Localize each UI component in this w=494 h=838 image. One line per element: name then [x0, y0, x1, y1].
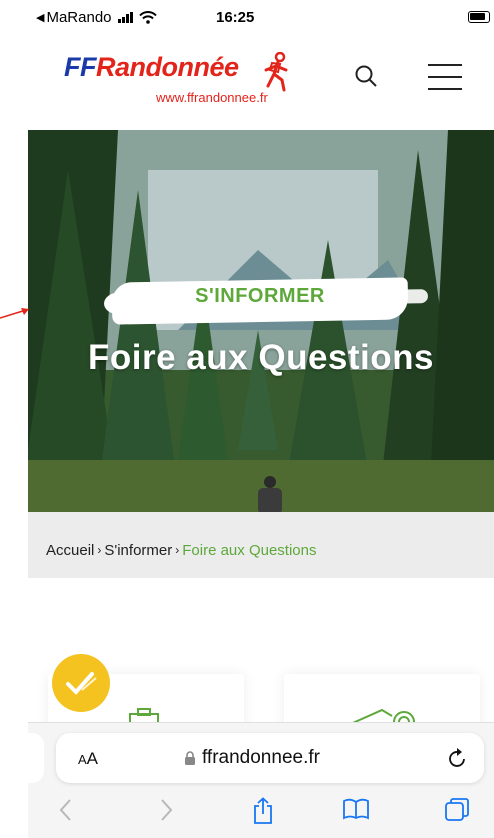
- search-icon[interactable]: [354, 64, 378, 88]
- wifi-icon: [138, 10, 157, 24]
- browser-bar: AA ffrandonnee.fr: [28, 722, 494, 838]
- lock-icon: [185, 750, 195, 765]
- reload-icon[interactable]: [448, 747, 468, 769]
- menu-icon[interactable]: [428, 60, 462, 94]
- breadcrumb-sinformer[interactable]: S'informer: [104, 542, 172, 559]
- clock: 16:25: [216, 8, 255, 26]
- status-bar: ◀ MaRando 16:25: [28, 0, 494, 34]
- bookmarks-icon[interactable]: [342, 797, 370, 821]
- checkmark-icon: [66, 672, 97, 695]
- logo-url: www.ffrandonnee.fr: [156, 90, 268, 105]
- breadcrumb-home[interactable]: Accueil: [46, 542, 94, 559]
- hero-kicker: S'INFORMER: [195, 285, 325, 307]
- hero-torn-edge: [28, 512, 494, 522]
- breadcrumb-separator: ›: [175, 543, 180, 557]
- checkmark-badge: [52, 654, 110, 712]
- address-text[interactable]: ffrandonnee.fr: [184, 747, 320, 769]
- previous-tab-peek[interactable]: [28, 733, 44, 783]
- address-bar[interactable]: AA ffrandonnee.fr: [56, 733, 484, 783]
- carrier-label: MaRando: [46, 8, 112, 26]
- tabs-icon[interactable]: [444, 797, 470, 823]
- signal-bars-icon: [117, 11, 133, 23]
- hero-banner: S'INFORMER Foire aux Questions: [28, 130, 494, 522]
- battery-icon: [468, 11, 490, 23]
- back-to-app[interactable]: ◀ MaRando: [36, 9, 157, 26]
- breadcrumb-separator: ›: [97, 543, 102, 557]
- site-header: FFRandonnée www.ffrandonnee.fr: [28, 34, 494, 130]
- logo-wordmark: FFRandonnée: [64, 52, 239, 82]
- site-logo[interactable]: FFRandonnée www.ffrandonnee.fr: [64, 52, 288, 105]
- forest-background-image: [28, 130, 494, 522]
- annotation-arrow-icon: [0, 308, 29, 319]
- back-icon[interactable]: [58, 797, 74, 823]
- reader-settings-button[interactable]: AA: [78, 749, 98, 769]
- hiker-logo-icon: [264, 52, 288, 92]
- back-triangle-icon: ◀: [36, 11, 45, 24]
- browser-toolbar: [28, 791, 494, 835]
- breadcrumb: Accueil › S'informer › Foire aux Questio…: [28, 522, 494, 578]
- faq-cards-area: [28, 578, 494, 734]
- breadcrumb-current: Foire aux Questions: [182, 541, 317, 559]
- forward-icon[interactable]: [158, 797, 174, 823]
- share-icon[interactable]: [252, 797, 274, 825]
- page-title: Foire aux Questions: [88, 338, 434, 377]
